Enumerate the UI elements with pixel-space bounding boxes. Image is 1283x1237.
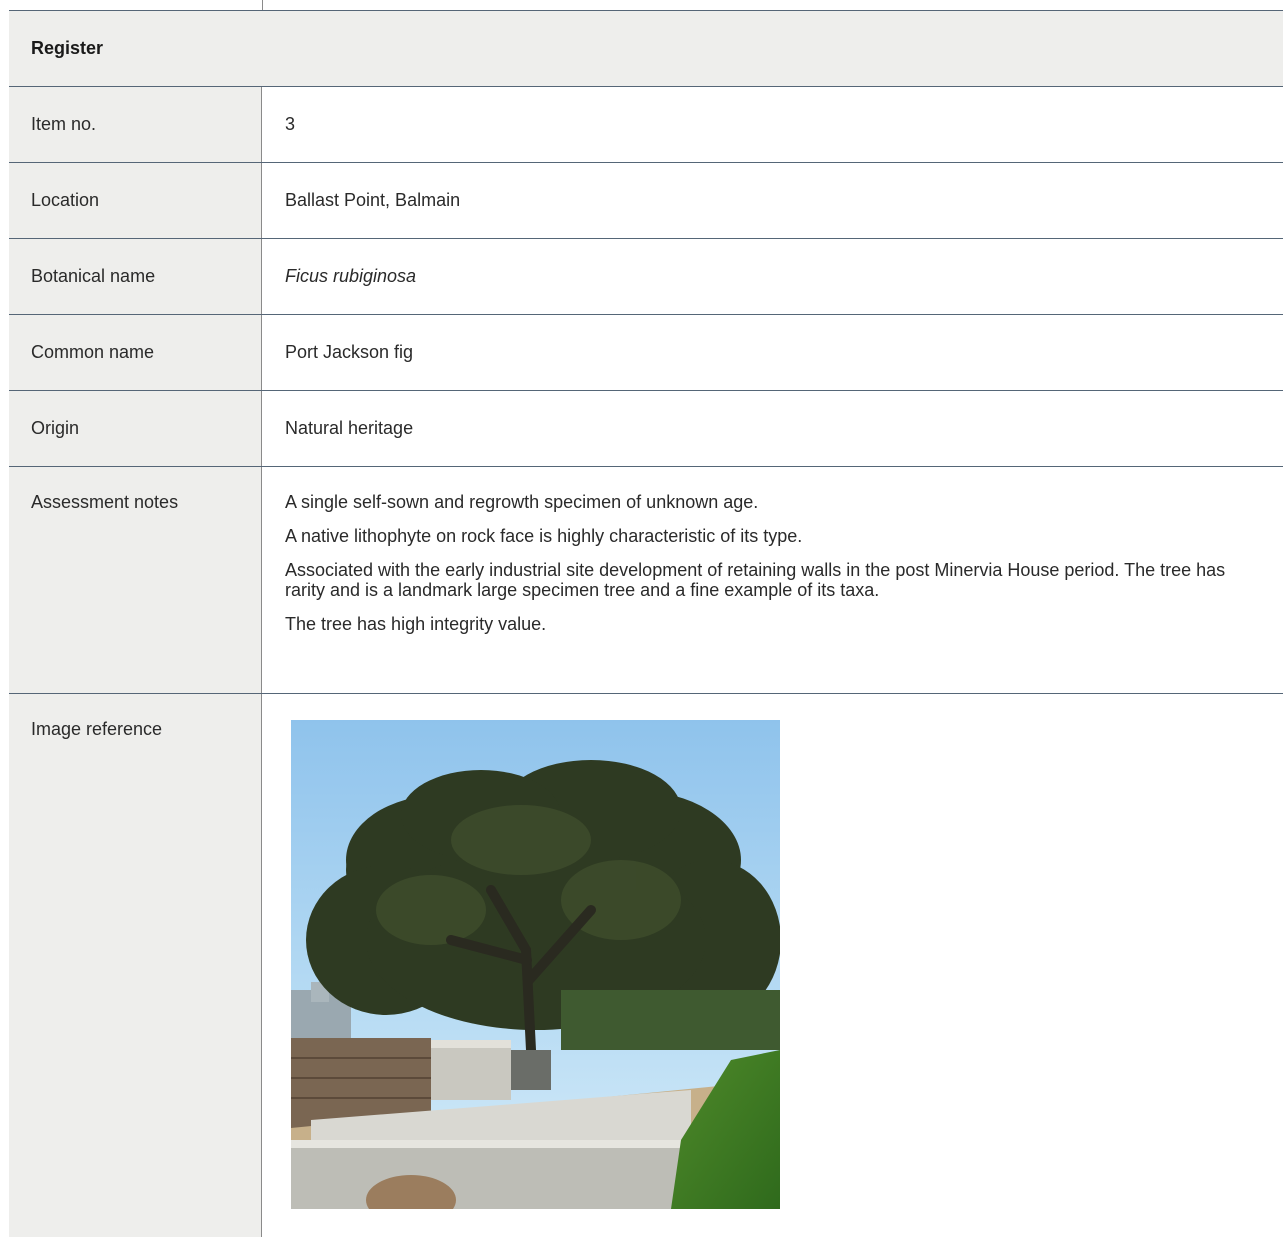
- row-item-no: Item no. 3: [9, 87, 1283, 163]
- tree-photo: [291, 720, 780, 1209]
- register-header: Register: [9, 10, 1283, 87]
- register-table: Register Item no. 3 Location Ballast Poi…: [9, 10, 1283, 1237]
- assessment-note: A single self-sown and regrowth specimen…: [285, 492, 759, 512]
- row-image-reference: Image reference: [9, 694, 1283, 1237]
- location-value: Ballast Point, Balmain: [285, 190, 461, 210]
- assessment-note: The tree has high integrity value.: [285, 614, 547, 634]
- row-botanical-name: Botanical name Ficus rubiginosa: [9, 239, 1283, 315]
- row-location: Location Ballast Point, Balmain: [9, 163, 1283, 239]
- location-label: Location: [9, 163, 262, 238]
- image-reference-value: [262, 694, 1283, 1237]
- image-reference-label: Image reference: [9, 694, 262, 1237]
- assessment-notes-value: A single self-sown and regrowth specimen…: [262, 467, 1283, 693]
- row-origin: Origin Natural heritage: [9, 391, 1283, 467]
- common-name-value: Port Jackson fig: [285, 342, 414, 362]
- top-divider-stub: [262, 0, 263, 10]
- botanical-name-value: Ficus rubiginosa: [285, 266, 417, 286]
- item-no-label: Item no.: [9, 87, 262, 162]
- row-assessment-notes: Assessment notes A single self-sown and …: [9, 467, 1283, 694]
- origin-label: Origin: [9, 391, 262, 466]
- row-common-name: Common name Port Jackson fig: [9, 315, 1283, 391]
- assessment-note: A native lithophyte on rock face is high…: [285, 526, 803, 546]
- photo-frame: [285, 694, 1263, 1209]
- register-title: Register: [31, 38, 104, 58]
- item-no-value: 3: [285, 114, 296, 134]
- assessment-notes-label: Assessment notes: [9, 467, 262, 693]
- assessment-note: Associated with the early industrial sit…: [285, 560, 1226, 600]
- botanical-name-label: Botanical name: [9, 239, 262, 314]
- origin-value: Natural heritage: [285, 418, 414, 438]
- common-name-label: Common name: [9, 315, 262, 390]
